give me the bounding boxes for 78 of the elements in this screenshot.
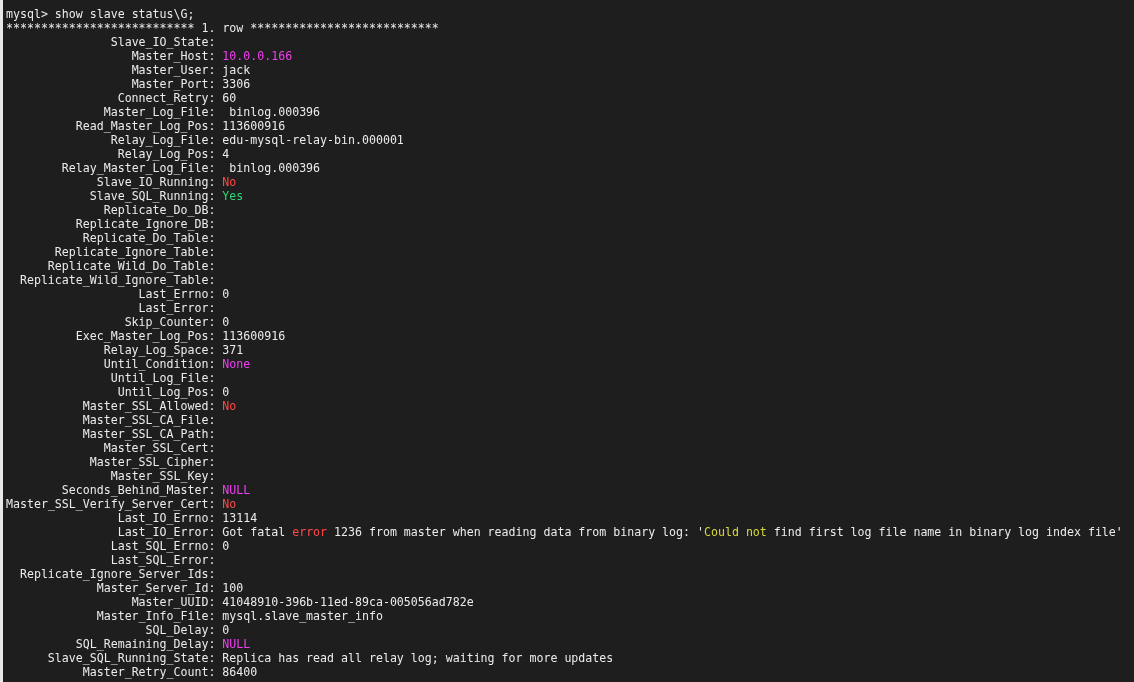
field-label: Last_IO_Error: — [116, 525, 216, 539]
field-value: 86400 — [222, 665, 258, 679]
field-value: 113600916 — [222, 329, 286, 343]
field-label: Skip_Counter: — [123, 315, 216, 329]
field-label: Master_Log_File: — [102, 105, 216, 119]
field-value: mysql.slave_master_info — [222, 609, 383, 623]
field-label: Slave_IO_Running: — [95, 175, 216, 189]
field-label: Slave_SQL_Running_State: — [46, 651, 216, 665]
field-label: Master_UUID: — [130, 595, 216, 609]
field-label: Relay_Master_Log_File: — [60, 161, 216, 175]
field-value: Replica has read all relay log; waiting for more updates — [222, 651, 614, 665]
field-label: Relay_Log_Pos: — [116, 147, 216, 161]
field-value: 100 — [222, 581, 244, 595]
field-value: edu-mysql-relay-bin.000001 — [222, 133, 404, 147]
field-label: Replicate_Ignore_Table: — [53, 245, 216, 259]
field-label: Replicate_Ignore_DB: — [74, 217, 216, 231]
field-label: Seconds_Behind_Master: — [60, 483, 216, 497]
field-value: 3306 — [222, 77, 251, 91]
field-label: Last_SQL_Errno: — [109, 539, 216, 553]
field-label: Last_Errno: — [137, 287, 216, 301]
field-label: Last_SQL_Error: — [109, 553, 216, 567]
field-label: Replicate_Do_Table: — [81, 231, 216, 245]
command-line: mysql> show slave status\G; — [6, 7, 195, 21]
field-value: 41048910-396b-11ed-89ca-005056ad782e — [222, 595, 474, 609]
field-label: SQL_Delay: — [144, 623, 216, 637]
field-label: Replicate_Wild_Do_Table: — [46, 259, 216, 273]
field-value: NULL — [222, 483, 251, 497]
field-label: Relay_Log_File: — [109, 133, 216, 147]
field-label: Master_Host: — [130, 49, 216, 63]
field-label: Connect_Retry: — [116, 91, 216, 105]
field-label: Master_Port: — [130, 77, 216, 91]
field-value: 371 — [222, 343, 244, 357]
field-value: 0 — [222, 623, 230, 637]
field-label: Slave_SQL_Running: — [88, 189, 216, 203]
field-label: Exec_Master_Log_Pos: — [74, 329, 216, 343]
field-label: Replicate_Wild_Ignore_Table: — [18, 273, 216, 287]
field-value: 0 — [222, 539, 230, 553]
field-value: NULL — [222, 637, 251, 651]
field-label: Master_SSL_Key: — [109, 469, 216, 483]
field-label: SQL_Remaining_Delay: — [74, 637, 216, 651]
field-value: 113600916 — [222, 119, 286, 133]
field-label: Master_Info_File: — [95, 609, 216, 623]
field-value: 0 — [222, 315, 230, 329]
field-label: Master_SSL_Allowed: — [81, 399, 216, 413]
field-value: None — [222, 357, 251, 371]
field-value: 13114 — [222, 511, 258, 525]
field-label: Slave_IO_State: — [109, 35, 216, 49]
field-label: Read_Master_Log_Pos: — [74, 119, 216, 133]
field-value: 10.0.0.166 — [222, 49, 293, 63]
field-label: Master_SSL_Verify_Server_Cert: — [6, 497, 216, 511]
field-value: binlog.000396 — [228, 161, 321, 175]
field-value: 60 — [222, 91, 237, 105]
field-value: 0 — [222, 287, 230, 301]
field-value: No — [222, 497, 237, 511]
field-value: No — [222, 399, 237, 413]
field-label: Master_User: — [130, 63, 216, 77]
field-value: jack — [222, 63, 251, 77]
field-label: Last_IO_Errno: — [116, 511, 216, 525]
field-label: Master_Server_Id: — [95, 581, 216, 595]
field-label: Replicate_Do_DB: — [102, 203, 216, 217]
field-label: Master_Retry_Count: — [81, 665, 216, 679]
field-label: Until_Log_File: — [109, 371, 216, 385]
field-value: No — [222, 175, 237, 189]
field-label: Until_Condition: — [102, 357, 216, 371]
field-label: Master_SSL_Cert: — [102, 441, 216, 455]
field-label: Replicate_Ignore_Server_Ids: — [18, 567, 216, 581]
field-label: Until_Log_Pos: — [116, 385, 216, 399]
field-value: Got fatal error 1236 from master when reading data from binary log: 'Could not find first log file name in binary log index file' — [222, 525, 1123, 539]
field-value: 0 — [222, 385, 230, 399]
field-label: Last_Error: — [137, 301, 216, 315]
row-header: *************************** 1. row *************************** — [6, 21, 439, 35]
field-label: Relay_Log_Space: — [102, 343, 216, 357]
field-value: Yes — [222, 189, 244, 203]
field-label: Master_SSL_Cipher: — [88, 455, 216, 469]
field-value: 4 — [222, 147, 230, 161]
field-value: binlog.000396 — [228, 105, 321, 119]
field-label: Master_SSL_CA_Path: — [81, 427, 216, 441]
field-label: Master_SSL_CA_File: — [81, 413, 216, 427]
